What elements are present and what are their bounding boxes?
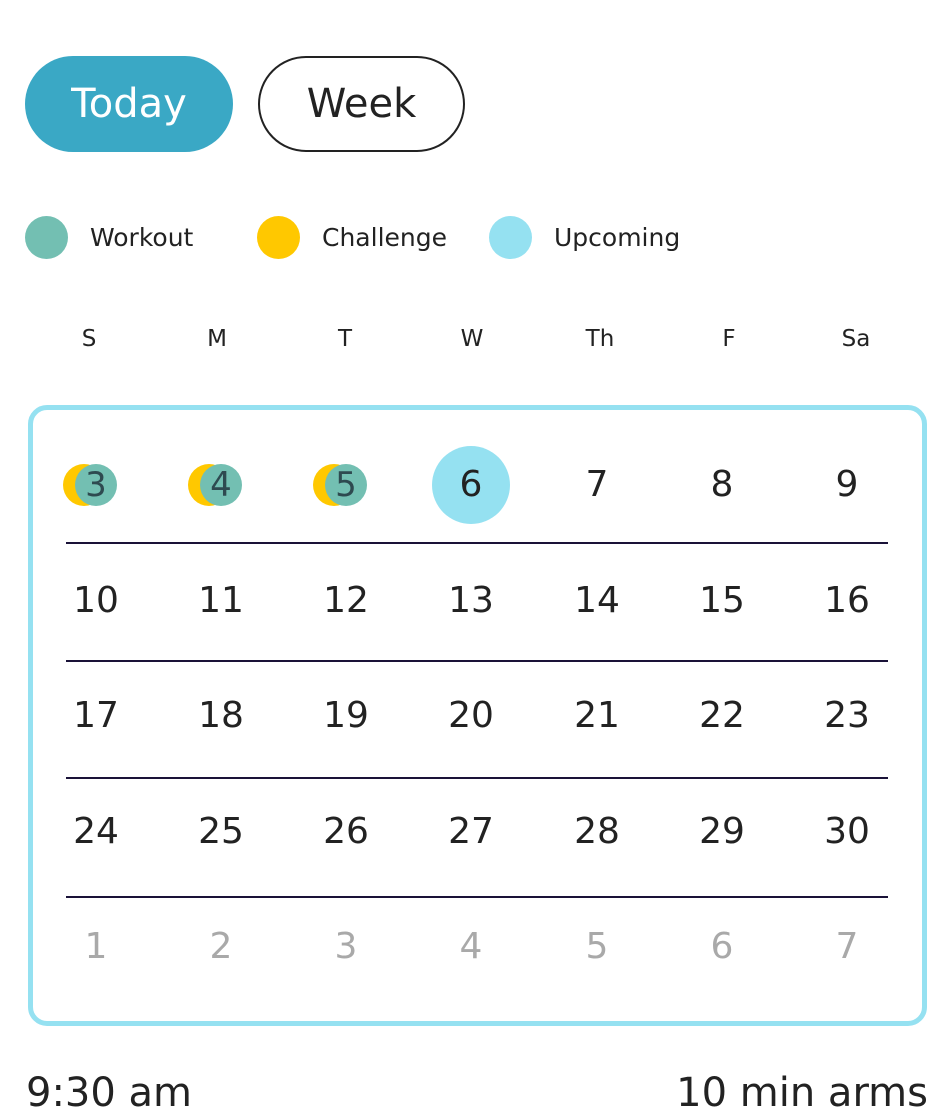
day-cell[interactable]: 14	[557, 579, 637, 623]
day-cell[interactable]: 25	[181, 810, 261, 854]
day-cell[interactable]: 18	[181, 694, 261, 738]
workout-dot-icon	[25, 215, 68, 259]
day-cell[interactable]: 7	[557, 463, 637, 507]
day-number: 3	[85, 465, 107, 505]
today-toggle-button[interactable]: Today	[25, 56, 233, 152]
day-cell[interactable]: 26	[306, 810, 386, 854]
week-divider	[66, 896, 888, 898]
next-month-day-cell[interactable]: 5	[557, 925, 637, 969]
challenge-dot-icon	[257, 215, 300, 259]
week-divider	[66, 660, 888, 662]
weekday-label: S	[81, 326, 97, 352]
weekday-label: W	[460, 326, 484, 352]
day-cell[interactable]: 12	[306, 579, 386, 623]
day-cell[interactable]: 19	[306, 694, 386, 738]
legend-upcoming: Upcoming	[489, 214, 680, 260]
weekday-label: Th	[585, 326, 615, 352]
legend-label: Workout	[90, 222, 194, 252]
next-month-day-cell[interactable]: 2	[181, 925, 261, 969]
day-cell[interactable]: 27	[431, 810, 511, 854]
day-cell[interactable]: 23	[807, 694, 887, 738]
day-cell[interactable]: 29	[682, 810, 762, 854]
day-number: 4	[210, 465, 232, 505]
day-cell[interactable]: 8	[682, 463, 762, 507]
week-toggle-button[interactable]: Week	[258, 56, 465, 152]
day-cell[interactable]: 24	[56, 810, 136, 854]
day-cell[interactable]: 11	[181, 579, 261, 623]
weekday-label: T	[337, 326, 353, 352]
legend-label: Upcoming	[554, 222, 681, 252]
day-cell[interactable]: 6	[431, 463, 511, 507]
day-cell[interactable]: 30	[807, 810, 887, 854]
day-number: 5	[335, 465, 357, 505]
schedule-title[interactable]: 10 min arms	[676, 1070, 928, 1116]
completed-day-cell[interactable]: 3	[63, 464, 118, 506]
next-month-day-cell[interactable]: 3	[306, 925, 386, 969]
completed-day-cell[interactable]: 4	[188, 464, 243, 506]
day-cell[interactable]: 20	[431, 694, 511, 738]
day-cell[interactable]: 21	[557, 694, 637, 738]
next-month-day-cell[interactable]: 1	[56, 925, 136, 969]
next-month-day-cell[interactable]: 4	[431, 925, 511, 969]
day-cell[interactable]: 16	[807, 579, 887, 623]
weekday-label: F	[722, 326, 736, 352]
day-cell[interactable]: 10	[56, 579, 136, 623]
legend-label: Challenge	[322, 222, 447, 252]
weekday-label: Sa	[841, 326, 871, 352]
upcoming-dot-icon	[489, 215, 532, 259]
week-divider	[66, 777, 888, 779]
next-month-day-cell[interactable]: 7	[807, 925, 887, 969]
day-cell[interactable]: 17	[56, 694, 136, 738]
legend-challenge: Challenge	[257, 214, 447, 260]
legend-workout: Workout	[25, 214, 193, 260]
next-month-day-cell[interactable]: 6	[682, 925, 762, 969]
day-cell[interactable]: 15	[682, 579, 762, 623]
day-cell[interactable]: 28	[557, 810, 637, 854]
schedule-time: 9:30 am	[26, 1070, 193, 1116]
weekday-label: M	[207, 326, 227, 352]
week-divider	[66, 542, 888, 544]
completed-day-cell[interactable]: 5	[313, 464, 368, 506]
day-cell[interactable]: 9	[807, 463, 887, 507]
day-cell[interactable]: 13	[431, 579, 511, 623]
day-cell[interactable]: 22	[682, 694, 762, 738]
